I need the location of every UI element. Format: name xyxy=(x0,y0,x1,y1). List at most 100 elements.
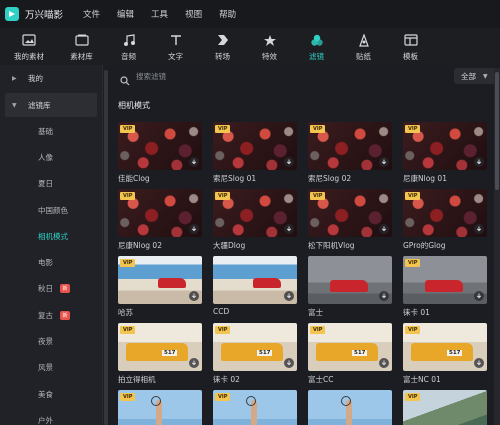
filter-card[interactable]: 富士 xyxy=(308,256,392,318)
download-icon[interactable] xyxy=(284,291,294,301)
filter-thumbnail[interactable]: 517 VIP xyxy=(308,323,392,371)
sidebar-item[interactable]: 基础 xyxy=(0,118,102,144)
sidebar-item[interactable]: 风景 xyxy=(0,355,102,381)
filter-card[interactable]: VIP 索尼Slog 02 xyxy=(308,122,392,184)
filter-thumbnail[interactable]: VIP xyxy=(403,189,487,237)
vip-badge: VIP xyxy=(310,326,326,334)
filter-card[interactable]: VIP xyxy=(403,390,487,425)
download-icon[interactable] xyxy=(379,157,389,167)
new-badge: 新 xyxy=(60,310,70,320)
download-icon[interactable] xyxy=(284,157,294,167)
sidebar-group-mine[interactable]: ▶ 我的 xyxy=(0,66,102,90)
sidebar-item[interactable]: 美食 xyxy=(0,381,102,407)
tool-stickers[interactable]: 贴纸 xyxy=(340,28,387,65)
filter-thumbnail[interactable]: VIP xyxy=(118,122,202,170)
tool-my-media[interactable]: 我的素材 xyxy=(0,28,58,65)
sidebar-item[interactable]: 复古新 xyxy=(0,302,102,328)
filter-thumbnail[interactable]: VIP xyxy=(213,390,297,425)
filter-thumbnail[interactable] xyxy=(308,390,392,425)
filter-thumbnail[interactable]: VIP xyxy=(118,256,202,304)
filter-thumbnail[interactable]: VIP xyxy=(308,189,392,237)
template-icon xyxy=(403,32,419,48)
menu-view[interactable]: 视图 xyxy=(185,8,202,20)
filter-card[interactable]: 517 VIP 富士CC xyxy=(308,323,392,385)
download-icon[interactable] xyxy=(379,224,389,234)
filter-card[interactable]: 517 VIP 徕卡 02 xyxy=(213,323,297,385)
filter-thumbnail[interactable] xyxy=(213,256,297,304)
sidebar-item[interactable]: 夜景 xyxy=(0,328,102,354)
download-icon[interactable] xyxy=(284,358,294,368)
download-icon[interactable] xyxy=(189,224,199,234)
sidebar-group-library[interactable]: ▼ 滤镜库 xyxy=(5,93,97,117)
filter-card[interactable]: VIP 尼康Nlog 01 xyxy=(403,122,487,184)
car-number: 517 xyxy=(352,350,368,356)
car-shape xyxy=(221,343,283,361)
filter-thumbnail[interactable]: VIP xyxy=(403,256,487,304)
filter-card[interactable]: VIP xyxy=(213,390,297,425)
tool-effects[interactable]: 特效 xyxy=(246,28,293,65)
filter-card[interactable]: VIP 索尼Slog 01 xyxy=(213,122,297,184)
tool-audio[interactable]: 音频 xyxy=(105,28,152,65)
filter-thumbnail[interactable]: VIP xyxy=(118,390,202,425)
download-icon[interactable] xyxy=(189,157,199,167)
filter-thumbnail[interactable]: VIP xyxy=(308,122,392,170)
filter-card[interactable]: VIP 哈苏 xyxy=(118,256,202,318)
filter-card[interactable]: VIP 佳能Clog xyxy=(118,122,202,184)
car-shape xyxy=(330,280,368,292)
download-icon[interactable] xyxy=(474,358,484,368)
menu-edit[interactable]: 编辑 xyxy=(117,8,134,20)
filter-name: 拍立得相机 xyxy=(118,375,156,384)
sidebar-item[interactable]: 相机模式 xyxy=(0,223,102,249)
vip-badge: VIP xyxy=(310,192,326,200)
racket-shape xyxy=(341,396,351,406)
download-icon[interactable] xyxy=(474,291,484,301)
filter-card[interactable]: 517 VIP 拍立得相机 xyxy=(118,323,202,385)
transition-icon xyxy=(215,32,231,48)
sidebar-item[interactable]: 户外 xyxy=(0,407,102,425)
filter-card[interactable]: VIP 大疆Dlog xyxy=(213,189,297,251)
download-icon[interactable] xyxy=(284,224,294,234)
filter-card[interactable]: VIP xyxy=(118,390,202,425)
tool-titles[interactable]: 文字 xyxy=(152,28,199,65)
download-icon[interactable] xyxy=(474,224,484,234)
tool-templates[interactable]: 模板 xyxy=(387,28,434,65)
sidebar-item[interactable]: 电影 xyxy=(0,249,102,275)
sidebar-item[interactable]: 秋日新 xyxy=(0,276,102,302)
download-icon[interactable] xyxy=(474,157,484,167)
tool-transitions[interactable]: 转场 xyxy=(199,28,246,65)
menu-tools[interactable]: 工具 xyxy=(151,8,168,20)
filter-thumbnail[interactable]: VIP xyxy=(213,189,297,237)
filter-thumbnail[interactable]: VIP xyxy=(403,122,487,170)
sidebar-scrollbar[interactable] xyxy=(104,70,108,425)
filter-card[interactable]: CCD xyxy=(213,256,297,316)
filter-thumbnail[interactable]: 517 VIP xyxy=(213,323,297,371)
category-dropdown[interactable]: 全部 ▼ xyxy=(454,68,496,84)
filter-thumbnail[interactable]: 517 VIP xyxy=(118,323,202,371)
grid-scrollbar-thumb[interactable] xyxy=(495,72,499,190)
filter-thumbnail[interactable]: VIP xyxy=(118,189,202,237)
filter-thumbnail[interactable]: 517 VIP xyxy=(403,323,487,371)
filter-card[interactable]: VIP 松下阳机Vlog xyxy=(308,189,392,251)
download-icon[interactable] xyxy=(189,358,199,368)
download-icon[interactable] xyxy=(379,358,389,368)
download-icon[interactable] xyxy=(189,291,199,301)
search-input[interactable] xyxy=(136,71,336,81)
effects-icon xyxy=(262,32,278,48)
menu-file[interactable]: 文件 xyxy=(83,8,100,20)
filter-card[interactable]: VIP 尼康Nlog 02 xyxy=(118,189,202,251)
filter-thumbnail[interactable]: VIP xyxy=(213,122,297,170)
filter-card[interactable] xyxy=(308,390,392,425)
car-shape xyxy=(126,343,188,361)
filter-thumbnail[interactable] xyxy=(308,256,392,304)
filter-card[interactable]: VIP 徕卡 01 xyxy=(403,256,487,318)
sidebar-item[interactable]: 人像 xyxy=(0,144,102,170)
filter-card[interactable]: VIP GPro的Glog xyxy=(403,189,487,251)
filter-thumbnail[interactable]: VIP xyxy=(403,390,487,425)
tool-filters[interactable]: 滤镜 xyxy=(293,28,340,65)
sidebar-item[interactable]: 中国颜色 xyxy=(0,197,102,223)
sidebar-item[interactable]: 夏日 xyxy=(0,171,102,197)
menu-help[interactable]: 帮助 xyxy=(219,8,236,20)
tool-stock-media[interactable]: 素材库 xyxy=(58,28,105,65)
download-icon[interactable] xyxy=(379,291,389,301)
filter-card[interactable]: 517 VIP 富士NC 01 xyxy=(403,323,487,385)
